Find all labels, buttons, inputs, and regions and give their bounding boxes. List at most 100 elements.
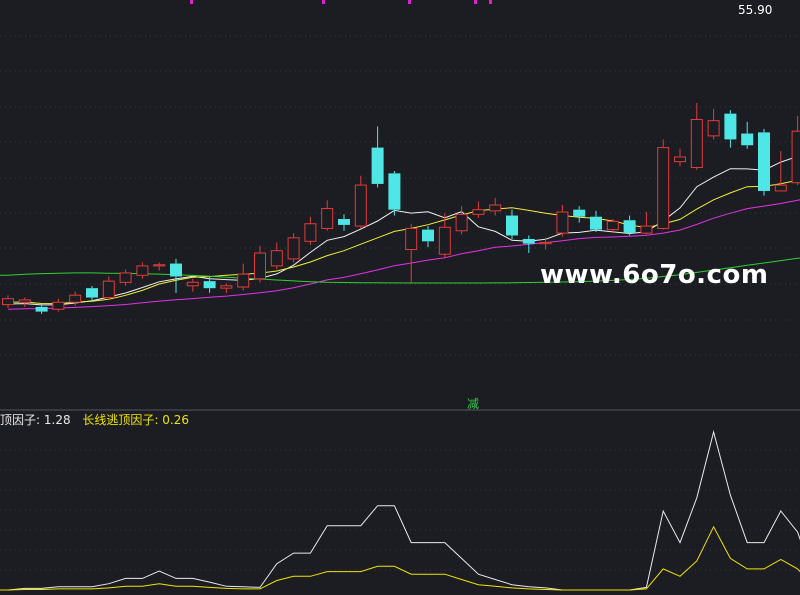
candle <box>606 219 619 232</box>
candle-body-up <box>774 184 787 192</box>
price-high-label: 55.90 <box>738 3 773 17</box>
candle-body-down <box>741 133 754 146</box>
candle <box>186 278 199 292</box>
candle-body-up <box>674 156 686 163</box>
candle <box>758 128 770 196</box>
candle <box>422 226 434 248</box>
candle <box>304 216 317 245</box>
grid-lines <box>0 35 800 571</box>
candle-body-up <box>237 273 250 288</box>
indicator-line-1 <box>0 430 800 591</box>
candle-body-up <box>153 264 166 267</box>
candle <box>707 108 720 140</box>
legend-long-factor-name: 长线逃顶因子 <box>82 413 155 427</box>
candle <box>674 148 686 167</box>
candle-body-down <box>573 209 586 217</box>
candle <box>338 214 350 231</box>
candle-body-up <box>354 184 367 227</box>
candle-body-down <box>590 216 602 230</box>
candle-body-down <box>170 263 182 277</box>
candle-body-down <box>506 215 518 236</box>
candle <box>791 115 800 186</box>
candle <box>455 206 468 235</box>
candle-body-down <box>522 238 535 244</box>
candle <box>18 297 31 307</box>
candle <box>556 205 569 237</box>
candle <box>287 233 300 263</box>
candle <box>254 246 266 283</box>
candle-body-up <box>270 250 283 267</box>
top-marker <box>408 0 411 4</box>
candle-body-up <box>489 204 502 212</box>
candle-body-down <box>758 132 770 191</box>
candle-body-up <box>657 147 670 229</box>
candle-body-up <box>405 227 418 251</box>
candle-body-up <box>287 237 300 260</box>
candle <box>153 262 166 271</box>
candle <box>472 201 485 218</box>
candle-body-up <box>606 220 619 231</box>
candle <box>506 209 518 239</box>
candle-body-down <box>371 147 384 184</box>
candle-body-down <box>338 219 350 225</box>
top-marker <box>322 0 325 4</box>
candle-body-up <box>438 226 451 255</box>
candle-body-down <box>422 229 434 242</box>
candle-body-up <box>791 130 800 184</box>
legend-long-factor-value: 0.26 <box>162 413 190 427</box>
candle <box>119 269 132 286</box>
signal-label: 减 <box>467 397 480 411</box>
top-marker <box>474 0 477 4</box>
candle <box>573 206 586 223</box>
candle-body-down <box>86 288 98 298</box>
watermark-text: www.6o7o.com <box>540 260 769 290</box>
candle-body-up <box>455 213 468 232</box>
candle <box>86 285 98 302</box>
candle-body-down <box>388 173 401 210</box>
candle-body-up <box>690 118 703 169</box>
top-marker <box>489 0 492 4</box>
candle-body-up <box>556 211 569 234</box>
candle <box>321 200 334 231</box>
candle <box>724 110 737 148</box>
candle-body-up <box>52 301 65 310</box>
candle-body-down <box>203 281 216 289</box>
candle-body-up <box>321 208 334 229</box>
candle-body-down <box>724 113 737 140</box>
candle <box>52 298 65 312</box>
candle <box>270 242 283 270</box>
candle-body-up <box>304 223 317 242</box>
candle <box>489 197 502 216</box>
candle-body-down <box>623 220 636 234</box>
candle <box>590 210 602 232</box>
candle <box>405 223 418 283</box>
candle-body-up <box>136 265 149 276</box>
candle <box>690 103 703 170</box>
candle-body-up <box>640 225 653 234</box>
candle <box>774 151 787 192</box>
candle <box>136 262 149 279</box>
candle-body-up <box>254 252 266 280</box>
indicator-lines <box>0 430 800 591</box>
candle-body-down <box>35 306 48 312</box>
candle-body-up <box>69 294 82 303</box>
candle-body-up <box>220 285 233 289</box>
indicator-legend: 顶因子: 1.28 长线逃顶因子: 0.26 <box>0 413 190 427</box>
candle-body-up <box>707 120 720 137</box>
top-marker <box>190 0 193 4</box>
candle <box>237 263 250 291</box>
candle <box>657 139 670 230</box>
candle <box>438 213 451 258</box>
candle <box>2 295 14 309</box>
candle <box>170 258 182 293</box>
candle <box>102 276 115 300</box>
candle <box>371 126 384 188</box>
legend-top-factor-name: 顶因子 <box>0 413 37 427</box>
legend-top-factor-value: 1.28 <box>43 413 71 427</box>
candle <box>640 212 653 235</box>
candle-body-up <box>186 281 199 287</box>
candle <box>388 171 401 216</box>
candle-body-up <box>18 299 31 303</box>
candle <box>741 121 754 149</box>
candle <box>623 215 636 236</box>
